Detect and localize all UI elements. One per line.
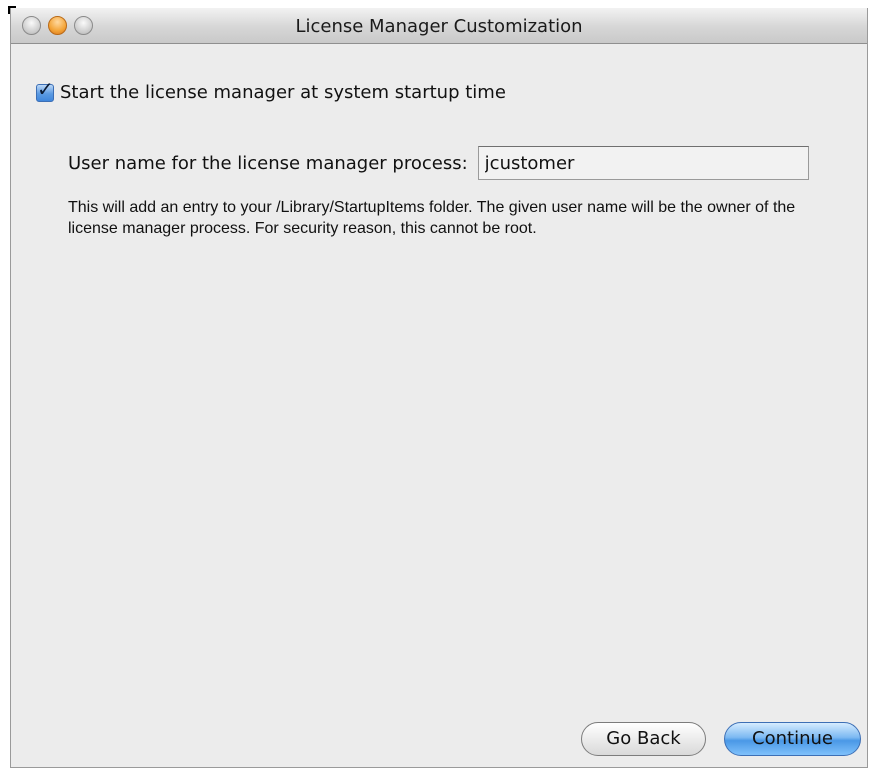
startup-checkbox-row[interactable]: ✓ Start the license manager at system st… xyxy=(36,79,506,103)
title-bar[interactable]: License Manager Customization xyxy=(11,8,867,44)
username-input[interactable] xyxy=(477,146,809,180)
username-row: User name for the license manager proces… xyxy=(68,146,809,180)
startup-checkbox-label[interactable]: Start the license manager at system star… xyxy=(60,82,506,103)
license-manager-window: License Manager Customization ✓ Start th… xyxy=(10,8,868,768)
window-title: License Manager Customization xyxy=(295,16,583,37)
username-label: User name for the license manager proces… xyxy=(68,152,468,174)
go-back-button[interactable]: Go Back xyxy=(581,722,706,756)
startup-checkbox[interactable]: ✓ xyxy=(36,79,54,102)
checkmark-icon: ✓ xyxy=(37,76,54,101)
dialog-content: ✓ Start the license manager at system st… xyxy=(11,44,867,767)
startup-description: This will add an entry to your /Library/… xyxy=(68,199,796,237)
continue-button[interactable]: Continue xyxy=(724,722,861,756)
